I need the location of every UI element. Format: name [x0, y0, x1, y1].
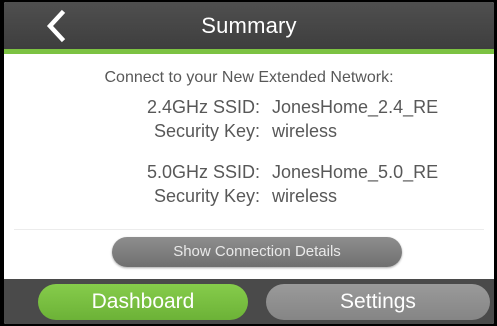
divider — [14, 229, 484, 230]
ssid-label: 5.0GHz SSID: — [146, 162, 260, 182]
footer-bar: Dashboard Settings — [4, 279, 494, 324]
page-title: Summary — [201, 13, 297, 38]
network-50-key-row: Security Key: wireless — [4, 186, 494, 208]
network-50-ssid-row: 5.0GHz SSID: JonesHome_5.0_RE — [4, 162, 494, 184]
ssid-label: 2.4GHz SSID: — [146, 97, 260, 117]
summary-panel: Connect to your New Extended Network: 2.… — [4, 54, 494, 279]
settings-button[interactable]: Settings — [266, 284, 490, 320]
header-bar: Summary — [4, 2, 494, 49]
ssid-value: JonesHome_2.4_RE — [272, 97, 439, 117]
ssid-value: JonesHome_5.0_RE — [272, 162, 439, 182]
network-24-key-row: Security Key: wireless — [4, 121, 494, 143]
security-key-value: wireless — [272, 186, 338, 206]
security-key-value: wireless — [272, 121, 338, 141]
security-key-label: Security Key: — [153, 186, 260, 206]
device-screen: Summary Connect to your New Extended Net… — [4, 2, 494, 324]
network-24-ssid-row: 2.4GHz SSID: JonesHome_2.4_RE — [4, 97, 494, 119]
intro-text: Connect to your New Extended Network: — [104, 69, 394, 86]
security-key-label: Security Key: — [153, 121, 260, 141]
device-frame: Summary Connect to your New Extended Net… — [0, 0, 497, 326]
dashboard-button[interactable]: Dashboard — [38, 284, 248, 320]
show-connection-details-button[interactable]: Show Connection Details — [112, 237, 402, 267]
